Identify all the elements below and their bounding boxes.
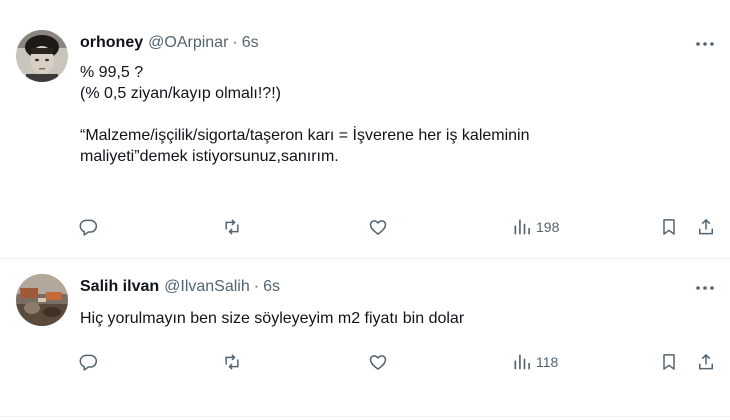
tweet-card[interactable]: Salih ilvan @IlvanSalih · 6s Hiç yorulma… [0, 258, 730, 420]
action-bar: 198 [72, 212, 722, 242]
like-button[interactable] [368, 212, 388, 242]
tweet-line: % 99,5 ? [80, 64, 144, 81]
bookmark-icon [659, 352, 679, 372]
reply-button[interactable] [78, 212, 98, 242]
share-icon [696, 217, 716, 237]
tweet-divider [0, 416, 730, 417]
avatar[interactable] [16, 30, 68, 82]
separator: · [253, 278, 260, 295]
tweet-card[interactable]: orhoney @OArpinar · 6s % 99,5 ? (% 0,5 z… [0, 0, 730, 258]
bookmark-icon [659, 217, 679, 237]
views-icon [512, 352, 532, 372]
view-count: 198 [536, 219, 560, 235]
retweet-icon [222, 352, 242, 372]
timeline-feed: orhoney @OArpinar · 6s % 99,5 ? (% 0,5 z… [0, 0, 730, 420]
separator: · [232, 34, 238, 51]
reply-icon [78, 352, 98, 372]
action-bar: 118 [72, 347, 722, 377]
author-handle[interactable]: @IlvanSalih [164, 278, 250, 296]
reply-icon [78, 217, 98, 237]
views-icon [512, 217, 532, 237]
views-button[interactable]: 118 [512, 347, 558, 377]
author-handle[interactable]: @OArpinar [148, 34, 228, 52]
tweet-header: orhoney @OArpinar · 6s [80, 34, 259, 52]
tweet-line: maliyeti”demek istiyorsunuz,sanırım. [80, 148, 339, 165]
bookmark-button[interactable] [659, 347, 679, 377]
tweet-line: Hiç yorulmayın ben size söyleyeyim m2 fi… [80, 310, 465, 327]
tweet-line: (% 0,5 ziyan/kayıp olmalı!?!) [80, 85, 281, 102]
like-icon [368, 352, 388, 372]
reply-button[interactable] [78, 347, 98, 377]
retweet-icon [222, 217, 242, 237]
retweet-button[interactable] [222, 212, 242, 242]
like-button[interactable] [368, 347, 388, 377]
bookmark-button[interactable] [659, 212, 679, 242]
author-name[interactable]: Salih ilvan [80, 278, 159, 296]
share-button[interactable] [696, 212, 716, 242]
timestamp[interactable]: 6s [242, 34, 259, 52]
avatar[interactable] [16, 274, 68, 326]
tweet-line: “Malzeme/işçilik/sigorta/taşeron karı = … [80, 127, 530, 144]
more-icon[interactable] [692, 278, 718, 298]
author-name[interactable]: orhoney [80, 34, 143, 52]
view-count: 118 [536, 354, 559, 370]
views-button[interactable]: 198 [512, 212, 559, 242]
tweet-header: Salih ilvan @IlvanSalih · 6s [80, 278, 280, 296]
share-button[interactable] [696, 347, 716, 377]
retweet-button[interactable] [222, 347, 242, 377]
more-icon[interactable] [692, 34, 718, 54]
share-icon [696, 352, 716, 372]
timestamp[interactable]: 6s [263, 278, 280, 296]
tweet-text: % 99,5 ? (% 0,5 ziyan/kayıp olmalı!?!) “… [80, 62, 710, 167]
like-icon [368, 217, 388, 237]
tweet-text: Hiç yorulmayın ben size söyleyeyim m2 fi… [80, 308, 710, 329]
